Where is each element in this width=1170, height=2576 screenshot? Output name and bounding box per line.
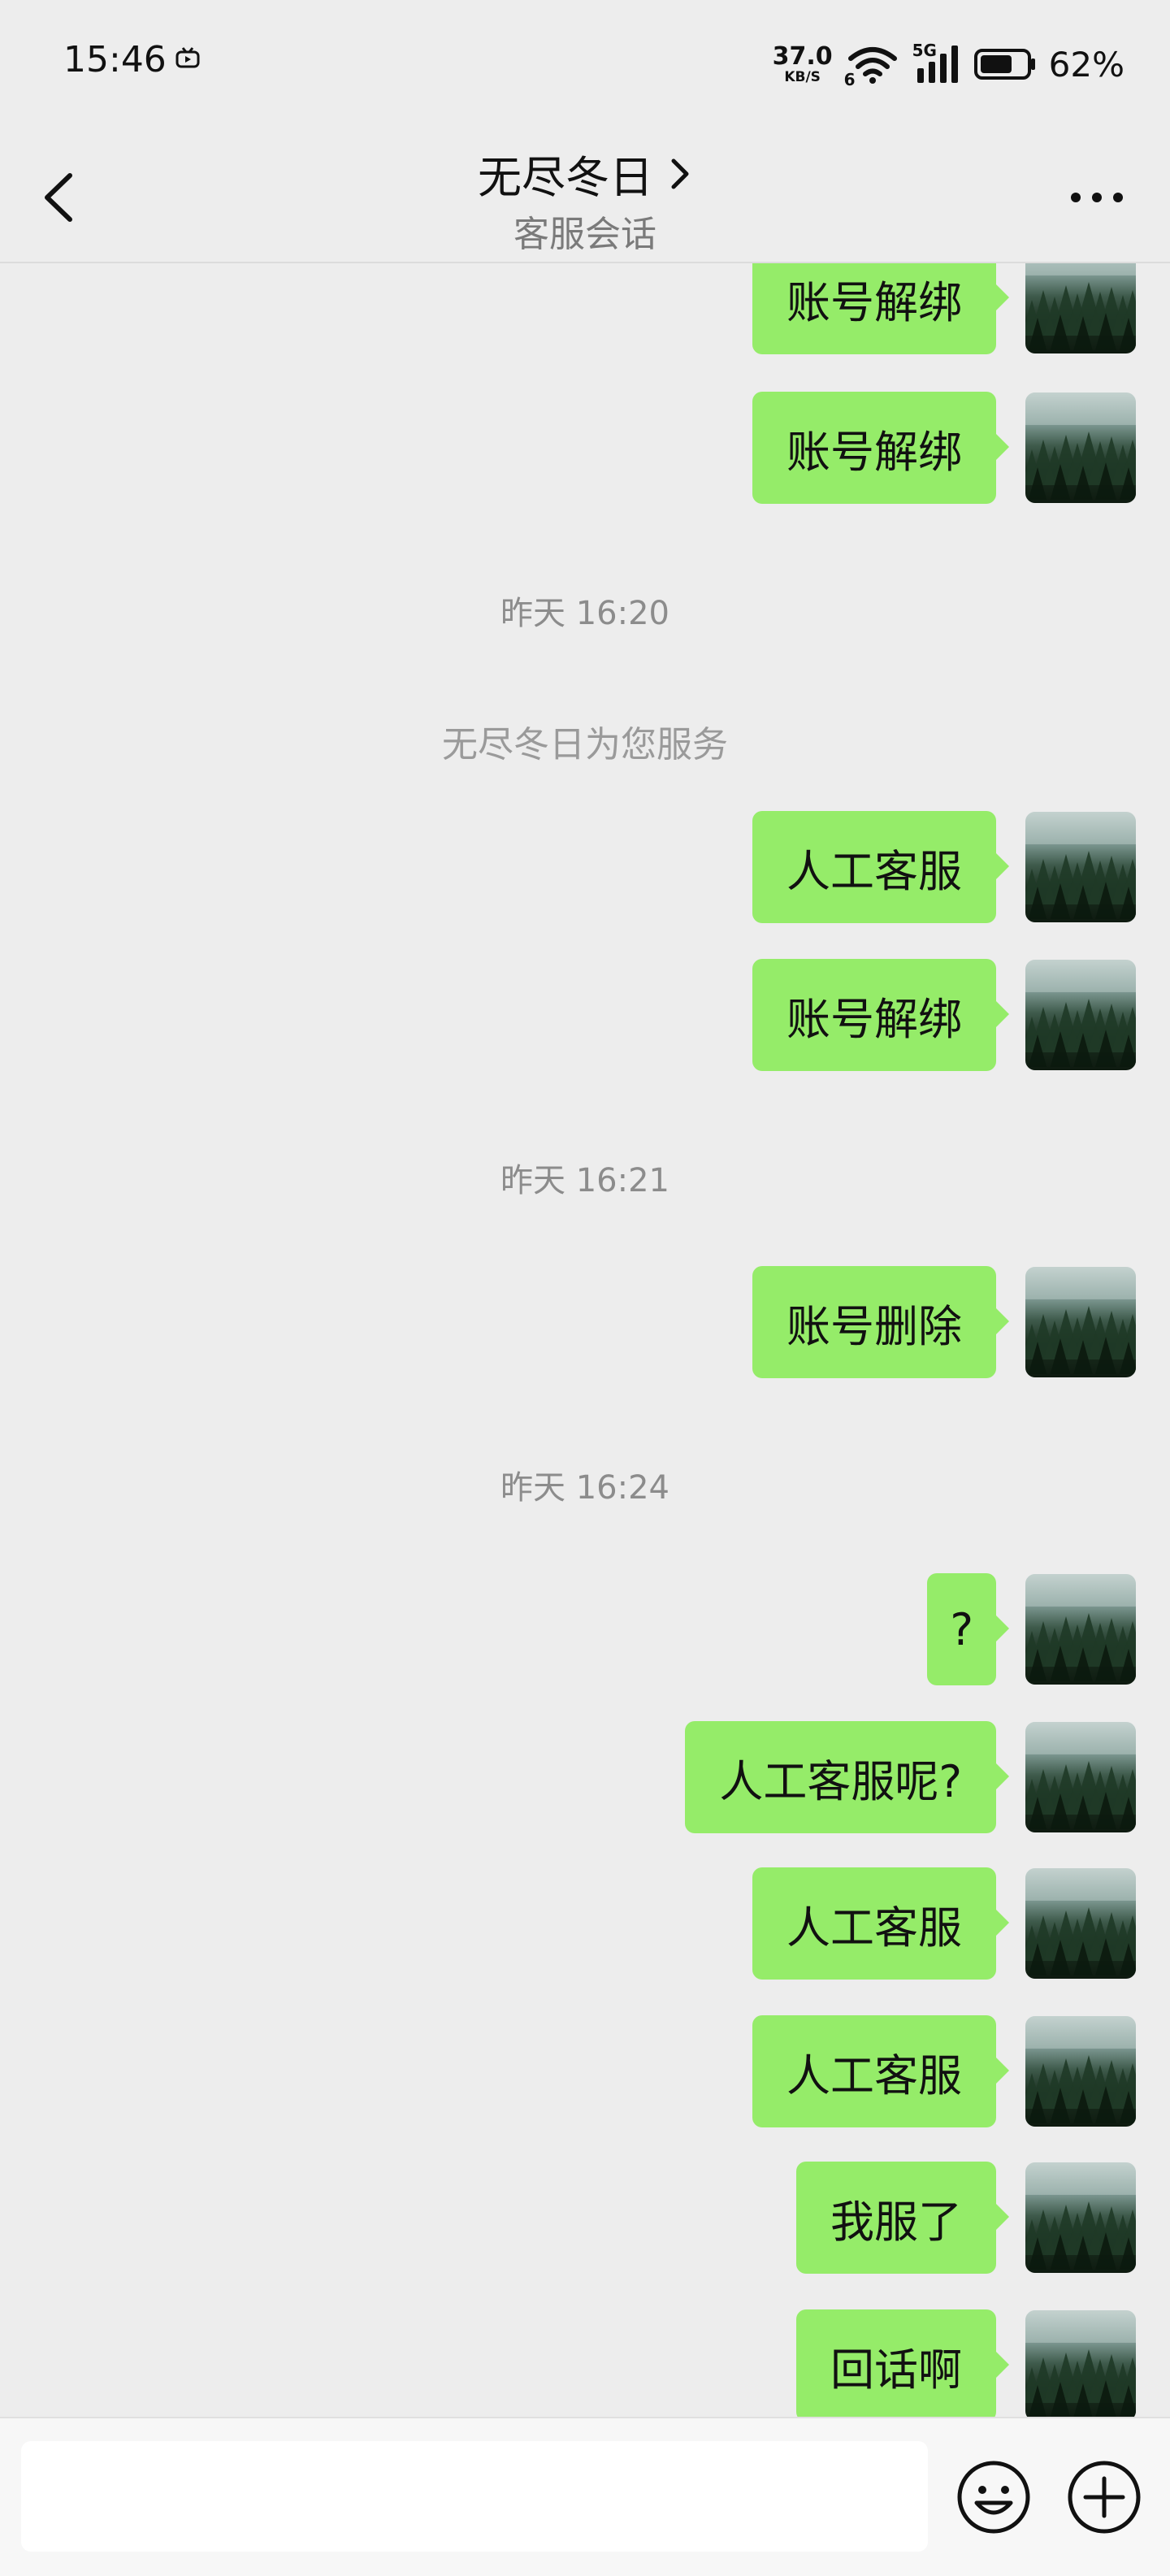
message-bubble[interactable]: 人工客服 <box>752 1867 1009 1980</box>
avatar[interactable] <box>1025 1267 1136 1377</box>
tv-icon <box>176 47 200 68</box>
more-button[interactable] <box>1071 185 1123 210</box>
message-bubble[interactable]: 回话啊 <box>796 2309 1009 2417</box>
message-row: 人工客服 <box>752 1867 1136 1980</box>
message-row: 我服了 <box>796 2162 1136 2274</box>
avatar[interactable] <box>1025 1868 1136 1979</box>
net-speed-unit: KB/S <box>784 68 821 85</box>
status-time: 15:46 <box>63 39 167 80</box>
message-row: 回话啊 <box>796 2309 1136 2417</box>
message-list[interactable]: 账号解绑 账号解绑 昨天 16:20 无尽冬日为您服务 人工客服 账号解绑 昨天… <box>0 263 1170 2417</box>
forest-avatar-image <box>1025 960 1136 1067</box>
avatar[interactable] <box>1025 960 1136 1070</box>
chat-header: 无尽冬日 客服会话 <box>0 122 1170 263</box>
status-bar: 15:46 37.0 KB/S 6 5G 62% <box>0 0 1170 122</box>
emoji-icon <box>957 2461 1030 2534</box>
message-row: 人工客服 <box>752 2015 1136 2127</box>
timestamp: 昨天 16:24 <box>500 1469 670 1507</box>
message-row: 账号删除 <box>752 1266 1136 1378</box>
forest-avatar-image <box>1025 263 1136 350</box>
forest-avatar-image <box>1025 2162 1136 2270</box>
system-message: 无尽冬日为您服务 <box>442 724 728 765</box>
net-speed-value: 37.0 <box>772 41 833 71</box>
avatar[interactable] <box>1025 812 1136 922</box>
message-bubble[interactable]: 账号删除 <box>752 1266 1009 1378</box>
avatar[interactable] <box>1025 1722 1136 1832</box>
more-dots-icon <box>1071 193 1081 202</box>
avatar[interactable] <box>1025 1574 1136 1685</box>
chat-title: 无尽冬日 <box>478 152 653 203</box>
forest-avatar-image <box>1025 1267 1136 1374</box>
message-bubble[interactable]: 账号解绑 <box>752 392 1009 504</box>
message-input[interactable] <box>21 2441 928 2552</box>
input-bar <box>0 2417 1170 2576</box>
message-row: 人工客服 <box>752 811 1136 923</box>
message-row: 账号解绑 <box>752 392 1136 504</box>
message-bubble[interactable]: 人工客服呢? <box>685 1721 1009 1833</box>
chevron-right-icon <box>671 158 689 189</box>
more-dot <box>1092 193 1102 202</box>
message-bubble[interactable]: 账号解绑 <box>752 959 1009 1071</box>
emoji-button[interactable] <box>956 2459 1032 2535</box>
chat-subtitle: 客服会话 <box>514 214 656 255</box>
wifi-badge: 6 <box>843 70 856 89</box>
timestamp: 昨天 16:20 <box>500 595 670 632</box>
avatar[interactable] <box>1025 2310 1136 2417</box>
message-row: 账号解绑 <box>752 263 1136 354</box>
avatar[interactable] <box>1025 392 1136 503</box>
chat-title-button[interactable]: 无尽冬日 <box>478 141 692 206</box>
message-row: ? <box>927 1573 1136 1685</box>
status-indicators: 37.0 KB/S 6 5G 62% <box>772 41 1124 89</box>
avatar[interactable] <box>1025 2016 1136 2127</box>
battery-icon <box>973 48 1036 80</box>
forest-avatar-image <box>1025 392 1136 500</box>
net-speed: 37.0 KB/S <box>772 41 833 85</box>
plus-circle-icon <box>1068 2461 1141 2534</box>
message-row: 账号解绑 <box>752 959 1136 1071</box>
message-bubble[interactable]: 人工客服 <box>752 2015 1009 2127</box>
plus-button[interactable] <box>1066 2459 1142 2535</box>
more-dot <box>1113 193 1123 202</box>
forest-avatar-image <box>1025 1574 1136 1681</box>
avatar[interactable] <box>1025 263 1136 353</box>
message-bubble[interactable]: 我服了 <box>796 2162 1009 2274</box>
title-area: 无尽冬日 <box>0 141 1170 206</box>
message-bubble[interactable]: 人工客服 <box>752 811 1009 923</box>
message-bubble[interactable]: ? <box>927 1573 1009 1685</box>
avatar[interactable] <box>1025 2162 1136 2273</box>
forest-avatar-image <box>1025 2310 1136 2417</box>
forest-avatar-image <box>1025 1722 1136 1829</box>
forest-avatar-image <box>1025 2016 1136 2123</box>
message-bubble[interactable]: 账号解绑 <box>752 263 1009 354</box>
timestamp: 昨天 16:21 <box>500 1162 670 1199</box>
wifi-icon: 6 <box>844 44 899 89</box>
forest-avatar-image <box>1025 1868 1136 1975</box>
forest-avatar-image <box>1025 812 1136 919</box>
signal-icon: 5G <box>912 41 961 85</box>
battery-percent: 62% <box>1048 44 1124 85</box>
message-row: 人工客服呢? <box>685 1721 1136 1833</box>
